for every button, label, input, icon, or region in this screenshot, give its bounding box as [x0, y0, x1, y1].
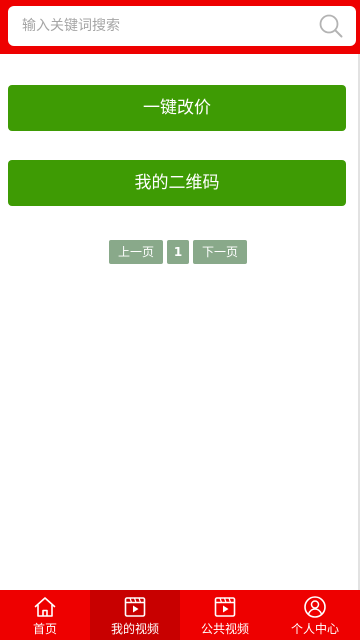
tab-label: 我的视频 [110, 622, 159, 636]
tab-label: 个人中心 [290, 622, 339, 636]
tab-label: 公共视频 [200, 622, 249, 636]
video-icon [214, 597, 236, 617]
page-number-button[interactable]: 1 [167, 240, 189, 264]
tab-public-videos[interactable]: 公共视频 [180, 590, 270, 640]
tab-label: 首页 [32, 622, 57, 636]
tab-home[interactable]: 首页 [0, 590, 90, 640]
bottom-tabbar: 首页 我的视频 公共视频 个人中心 [0, 590, 360, 640]
search-input[interactable]: 输入关键词搜索 [22, 17, 120, 35]
tab-personal-center[interactable]: 个人中心 [270, 590, 360, 640]
app-screen: 输入关键词搜索 一键改价 我的二维码 上一页 1 下一页 首页 我的视频 公共视… [0, 0, 360, 640]
prev-page-button[interactable]: 上一页 [109, 240, 163, 264]
tab-my-videos[interactable]: 我的视频 [90, 590, 180, 640]
search-icon[interactable] [318, 13, 344, 39]
my-qrcode-button[interactable]: 我的二维码 [8, 160, 346, 206]
next-page-button[interactable]: 下一页 [193, 240, 247, 264]
user-icon [304, 596, 326, 618]
search-box[interactable]: 输入关键词搜索 [8, 6, 356, 46]
video-icon [124, 597, 146, 617]
home-icon [34, 597, 56, 617]
pagination: 上一页 1 下一页 [0, 240, 356, 264]
one-click-reprice-button[interactable]: 一键改价 [8, 85, 346, 131]
header-bar: 输入关键词搜索 [0, 0, 360, 54]
